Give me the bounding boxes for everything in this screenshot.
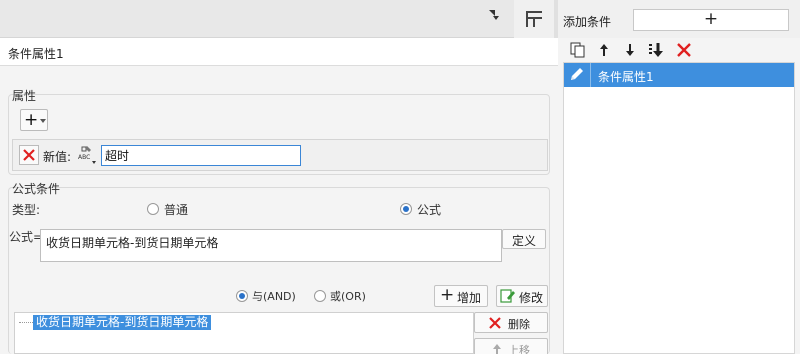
condition-toolbar [564, 39, 800, 61]
formula-label: 公式= [9, 230, 44, 244]
dropdown-arrow-icon[interactable] [487, 8, 501, 22]
condition-list-item[interactable]: 收货日期单元格-到货日期单元格 [33, 315, 212, 330]
tree-connector [19, 322, 33, 323]
move-up-button[interactable]: 上移 [474, 338, 548, 354]
delete-icon[interactable] [676, 42, 692, 58]
tree-item-condition-1[interactable]: 条件属性1 [564, 63, 794, 87]
attribute-row: 新值: ABC [12, 139, 548, 171]
logic-or-radio[interactable] [314, 290, 326, 302]
plus-icon: + [703, 9, 719, 29]
formula-input[interactable]: 收货日期单元格-到货日期单元格 [40, 229, 502, 262]
type-normal-radio[interactable] [147, 203, 159, 215]
close-icon [23, 149, 35, 161]
plus-icon: + [440, 285, 455, 305]
title-strip: 条件属性1 [0, 38, 558, 66]
layout-grid-icon [526, 11, 542, 27]
layout-button[interactable] [514, 0, 554, 38]
type-label: 类型: [12, 203, 41, 217]
type-normal-label[interactable]: 普通 [164, 201, 188, 218]
copy-icon[interactable] [570, 42, 586, 58]
logic-and-radio[interactable] [236, 290, 248, 302]
condition-list-panel: 条件属性1 [558, 38, 800, 354]
add-attribute-button[interactable]: + [20, 109, 48, 131]
add-condition-item-button[interactable]: + 增加 [434, 285, 488, 307]
tree-item-label: 条件属性1 [598, 70, 654, 84]
new-value-input[interactable] [101, 145, 301, 166]
condition-list[interactable]: 收货日期单元格-到货日期单元格 [14, 312, 474, 354]
svg-text:ABC: ABC [78, 154, 90, 161]
delete-button[interactable]: 删除 [474, 312, 548, 333]
move-up-icon[interactable] [596, 42, 612, 58]
add-condition-button[interactable]: + [633, 9, 789, 31]
add-condition-bar: 添加条件 + [558, 0, 800, 38]
type-formula-label[interactable]: 公式 [417, 201, 441, 218]
top-toolbar [0, 0, 514, 38]
chevron-down-icon [40, 119, 46, 123]
define-button[interactable]: 定义 [502, 229, 546, 249]
condition-tree: 条件属性1 [563, 62, 795, 354]
move-down-icon[interactable] [622, 42, 638, 58]
logic-or-label[interactable]: 或(OR) [330, 288, 366, 304]
plus-icon: + [24, 110, 39, 130]
text-format-icon[interactable]: ABC [77, 144, 101, 166]
formula-section-label: 公式条件 [12, 182, 61, 196]
pencil-icon[interactable] [567, 65, 587, 85]
formula-text: 收货日期单元格-到货日期单元格 [46, 236, 219, 250]
condition-editor-panel: 条件属性1 属性 + 新值: ABC 公式条件 类型: 普通 公式 公式= 收货… [0, 38, 558, 354]
modify-button[interactable]: 修改 [496, 285, 548, 307]
condition-title: 条件属性1 [8, 47, 64, 61]
remove-attribute-button[interactable] [19, 145, 39, 165]
edit-icon [500, 289, 515, 303]
attributes-section-label: 属性 [12, 89, 37, 103]
tree-separator [590, 63, 591, 87]
move-bottom-icon[interactable] [648, 42, 664, 58]
logic-and-label[interactable]: 与(AND) [252, 288, 296, 304]
type-formula-radio[interactable] [400, 203, 412, 215]
new-value-label: 新值: [43, 150, 72, 164]
arrow-up-icon [493, 344, 501, 354]
close-icon [489, 317, 501, 329]
add-condition-label: 添加条件 [563, 15, 612, 29]
